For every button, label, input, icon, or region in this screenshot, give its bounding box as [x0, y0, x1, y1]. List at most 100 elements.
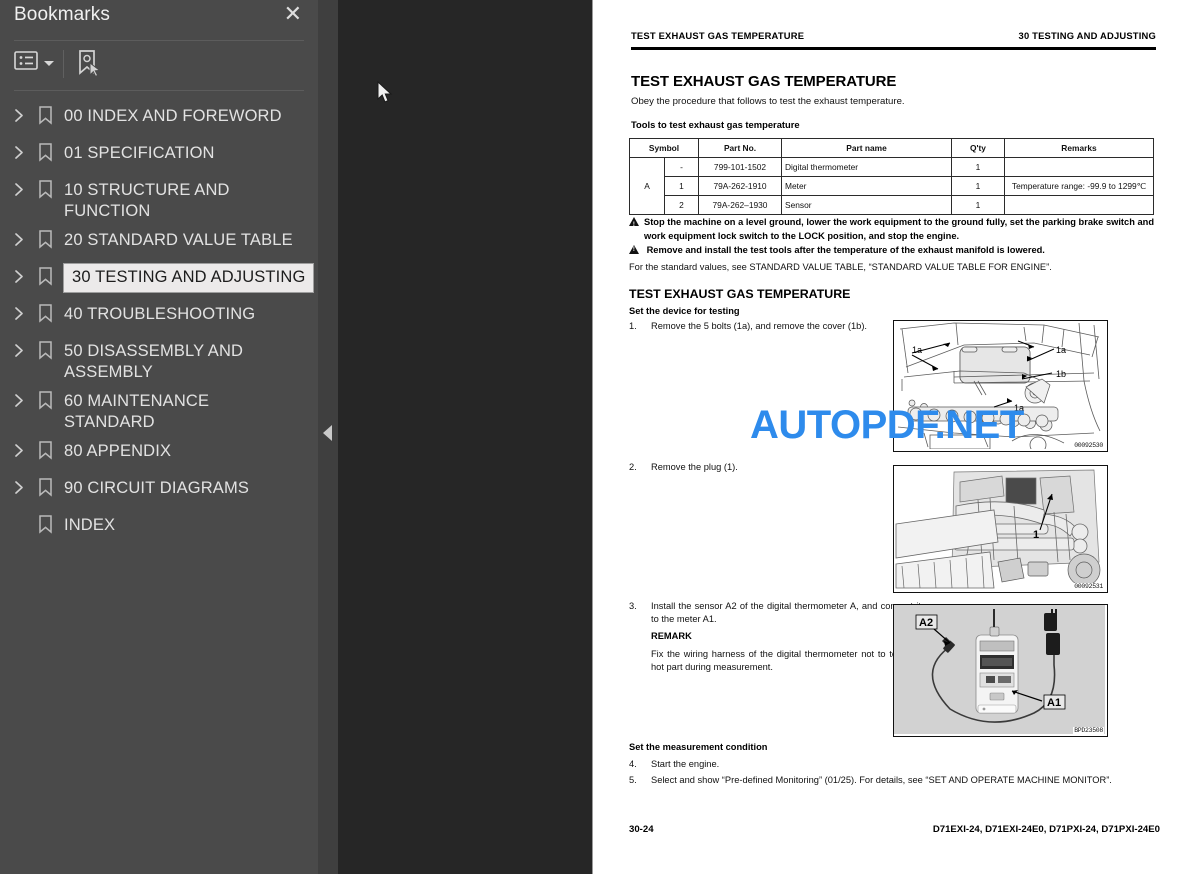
svg-text:1a: 1a	[912, 345, 922, 355]
cell-no: -	[664, 157, 699, 177]
bookmark-item-50-disassembly-and-assembly[interactable]: 50 DISASSEMBLY AND ASSEMBLY	[0, 333, 318, 383]
bookmarks-sidebar: Bookmarks ✕ 00 INDEX AND FOREWORD 01 SPE…	[0, 0, 318, 874]
running-head-right: 30 TESTING AND ADJUSTING	[1018, 30, 1156, 41]
step-5-number: 5.	[629, 775, 637, 785]
close-icon[interactable]: ✕	[284, 2, 302, 26]
bookmarks-toolbar	[0, 48, 318, 88]
figure-2-drawing: 1	[894, 466, 1105, 590]
svg-text:A1: A1	[1047, 697, 1061, 709]
remark-text: Fix the wiring harness of the digital th…	[651, 649, 921, 672]
figure-3: A2 A1 BPD23508	[893, 604, 1108, 737]
document-viewport[interactable]: TEST EXHAUST GAS TEMPERATURE 30 TESTING …	[338, 0, 1200, 874]
new-bookmark-button[interactable]	[75, 49, 103, 84]
running-head-left: TEST EXHAUST GAS TEMPERATURE	[631, 30, 805, 41]
step-1: 1. Remove the 5 bolts (1a), and remove t…	[629, 320, 919, 333]
cell-qty: 1	[951, 195, 1005, 215]
bookmark-item-label: 00 INDEX AND FOREWORD	[64, 107, 282, 125]
bookmark-icon	[32, 222, 58, 249]
cell-qty: 1	[951, 176, 1005, 196]
list-options-button[interactable]	[14, 51, 54, 75]
bookmark-item-60-maintenance-standard[interactable]: 60 MAINTENANCE STANDARD	[0, 383, 318, 433]
svg-text:1: 1	[1033, 529, 1039, 541]
sidebar-collapse-strip[interactable]	[318, 0, 338, 874]
bookmark-item-label: 60 MAINTENANCE STANDARD	[64, 392, 210, 431]
bookmark-icon	[32, 296, 58, 323]
chevron-right-icon[interactable]	[6, 259, 32, 284]
cell-remarks: Temperature range: -99.9 to 1299℃	[1004, 176, 1154, 196]
bookmark-icon	[32, 333, 58, 360]
bookmark-item-80-appendix[interactable]: 80 APPENDIX	[0, 433, 318, 470]
toolbar-separator	[63, 50, 64, 78]
subheading-measure: Set the measurement condition	[629, 742, 768, 752]
bookmark-item-10-structure-and-function[interactable]: 10 STRUCTURE AND FUNCTION	[0, 172, 318, 222]
chevron-right-icon[interactable]	[6, 135, 32, 160]
th-part-no: Part No.	[698, 138, 782, 158]
chevron-down-icon	[44, 60, 54, 66]
step-5: 5. Select and show “Pre-defined Monitori…	[629, 774, 1154, 787]
table-row: 2 79A-262–1930 Sensor 1	[630, 195, 1154, 215]
chevron-right-icon[interactable]	[6, 383, 32, 408]
bookmark-item-90-circuit-diagrams[interactable]: 90 CIRCUIT DIAGRAMS	[0, 470, 318, 507]
step-4: 4. Start the engine.	[629, 758, 919, 771]
running-head-rule	[631, 47, 1156, 50]
th-part-name: Part name	[781, 138, 952, 158]
step-5-text: Select and show “Pre-defined Monitoring”…	[651, 775, 1112, 785]
warning-1: Stop the machine on a level ground, lowe…	[629, 216, 1154, 243]
cell-part-name: Digital thermometer	[781, 157, 952, 177]
standard-values-note: For the standard values, see STANDARD VA…	[629, 262, 1052, 272]
bookmark-item-20-standard-value-table[interactable]: 20 STANDARD VALUE TABLE	[0, 222, 318, 259]
bookmark-icon	[32, 259, 58, 286]
chevron-right-icon[interactable]	[6, 98, 32, 123]
bookmark-item-label: 20 STANDARD VALUE TABLE	[64, 231, 293, 249]
step-1-number: 1.	[629, 321, 637, 331]
cell-part-name: Sensor	[781, 195, 952, 215]
th-qty: Q'ty	[951, 138, 1005, 158]
bookmark-item-00-index-and-foreword[interactable]: 00 INDEX AND FOREWORD	[0, 98, 318, 135]
bookmark-item-index[interactable]: INDEX	[0, 507, 318, 544]
remark-heading: REMARK	[651, 631, 692, 641]
bookmark-icon	[32, 383, 58, 410]
bookmark-icon	[32, 135, 58, 162]
cell-qty: 1	[951, 157, 1005, 177]
cell-no: 2	[664, 195, 699, 215]
bookmark-item-label: 30 TESTING AND ADJUSTING	[62, 263, 315, 293]
figure-2-id: 00092531	[1073, 583, 1104, 590]
bookmark-item-label: 50 DISASSEMBLY AND ASSEMBLY	[64, 342, 244, 381]
chevron-right-icon[interactable]	[6, 222, 32, 247]
warning-2: Remove and install the test tools after …	[629, 245, 1154, 255]
pdf-viewer-window: Bookmarks ✕ 00 INDEX AND FOREWORD 01 SPE…	[0, 0, 1200, 874]
bookmark-item-label: 80 APPENDIX	[64, 442, 172, 460]
collapse-left-arrow-icon[interactable]	[323, 425, 332, 441]
mouse-cursor	[377, 80, 394, 110]
cell-part-no: 79A-262-1910	[698, 176, 782, 196]
cell-remarks	[1004, 195, 1154, 215]
bookmark-item-01-specification[interactable]: 01 SPECIFICATION	[0, 135, 318, 172]
bookmark-item-40-troubleshooting[interactable]: 40 TROUBLESHOOTING	[0, 296, 318, 333]
chevron-right-icon[interactable]	[6, 433, 32, 458]
figure-1-id: 00092530	[1073, 442, 1104, 449]
warning-triangle-icon	[629, 245, 639, 254]
bookmark-pointer-icon	[75, 49, 103, 84]
chevron-right-icon[interactable]	[6, 470, 32, 495]
tools-table: Symbol Part No. Part name Q'ty Remarks A…	[629, 138, 1154, 215]
step-2-text: Remove the plug (1).	[651, 462, 738, 472]
step-4-text: Start the engine.	[651, 759, 720, 769]
chevron-right-icon[interactable]	[6, 333, 32, 358]
bookmark-item-label: INDEX	[64, 516, 116, 534]
th-symbol: Symbol	[629, 138, 699, 158]
bookmark-icon	[32, 507, 58, 534]
chevron-right-icon[interactable]	[6, 172, 32, 197]
section-title: TEST EXHAUST GAS TEMPERATURE	[629, 287, 851, 301]
figure-2: 1 00092531	[893, 465, 1108, 593]
figure-3-photo: A2 A1	[894, 605, 1105, 734]
subheading-setup: Set the device for testing	[629, 306, 740, 316]
bookmarks-list: 00 INDEX AND FOREWORD 01 SPECIFICATION 10 …	[0, 98, 318, 544]
chevron-right-icon[interactable]	[6, 296, 32, 321]
bookmarks-panel-title: Bookmarks	[14, 4, 110, 25]
tools-table-heading: Tools to test exhaust gas temperature	[631, 119, 800, 130]
svg-text:A2: A2	[919, 617, 933, 629]
intro-paragraph: Obey the procedure that follows to test …	[631, 96, 905, 107]
toolbar-divider	[14, 90, 304, 91]
bookmark-item-30-testing-and-adjusting[interactable]: 30 TESTING AND ADJUSTING	[0, 259, 318, 296]
cell-remarks	[1004, 157, 1154, 177]
